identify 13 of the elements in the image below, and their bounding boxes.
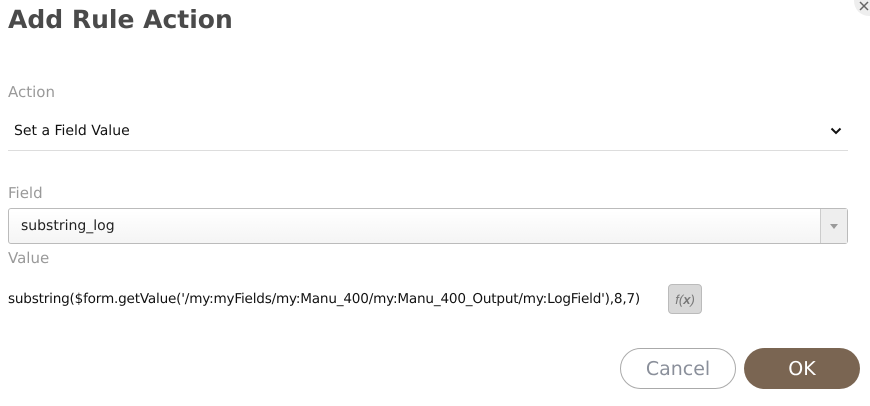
cancel-button[interactable]: Cancel — [620, 348, 736, 389]
function-button[interactable]: f(x) — [668, 284, 702, 314]
field-label: Value — [8, 248, 50, 268]
caret-down-icon — [830, 224, 838, 228]
field-label: Action — [8, 82, 56, 102]
close-icon — [859, 1, 869, 11]
field-label: Field — [8, 183, 44, 203]
chevron-down-icon — [830, 127, 842, 135]
field-dropdown[interactable]: substring_log — [8, 208, 848, 244]
ok-button[interactable]: OK — [744, 348, 860, 389]
value-expression: substring($form.getValue('/my:myFields/my:Manu_400/my:Manu_400_Output/my:LogField'),8,7) — [8, 291, 640, 307]
dialog-title: Add Rule Action — [8, 4, 234, 36]
action-dropdown[interactable]: Set a Field Value — [8, 112, 848, 151]
